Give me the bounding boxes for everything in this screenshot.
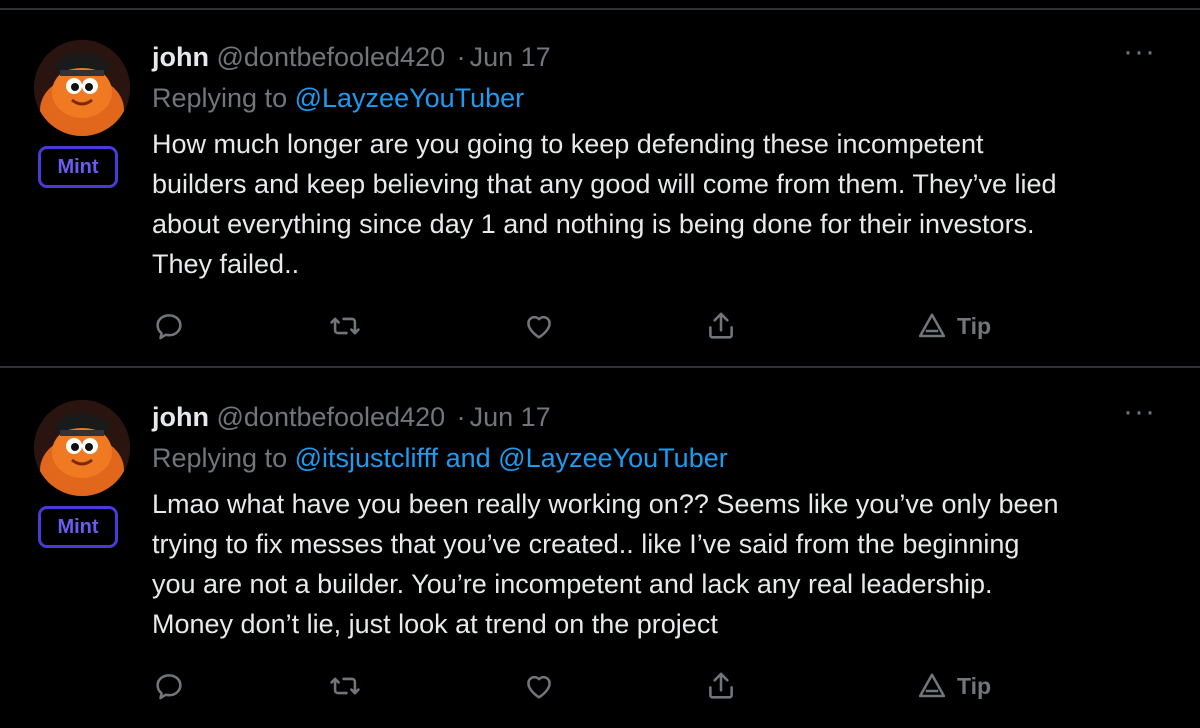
tweet-text: How much longer are you going to keep de… [152,124,1162,284]
tip-button[interactable]: Tip [917,306,991,346]
tip-label: Tip [957,312,992,339]
share-button[interactable] [704,666,738,706]
header-separator: · [456,402,466,432]
more-icon[interactable]: ··· [1123,37,1156,67]
mint-badge[interactable]: Mint [38,146,118,188]
tweet-text-line: Money don’t lie, just look at trend on t… [152,609,718,639]
mention-link[interactable]: @LayzeeYouTuber [295,83,525,113]
tweet-text-line: trying to fix messes that you’ve created… [152,529,1020,559]
tweet-text-line: They failed.. [152,249,300,279]
mention-link[interactable]: @itsjustclifff [295,443,438,473]
tweet-actions: Tip [152,666,1052,706]
reply-icon [156,314,182,340]
share-button[interactable] [704,306,738,346]
retweet-button[interactable] [327,306,363,346]
tweet-text-line: How much longer are you going to keep de… [152,129,984,159]
tweet-header: john @dontbefooled420 · Jun 17 [152,40,551,74]
tip-button[interactable]: Tip [917,666,991,706]
tip-label: Tip [957,672,992,699]
tweet[interactable]: Mint john @dontbefooled420 · Jun 17 ··· R… [0,370,1200,728]
reply-icon [156,674,182,700]
replying-label: Replying to [152,83,288,113]
author-name[interactable]: john [152,402,209,432]
retweet-icon [330,677,360,695]
mention-link[interactable]: @LayzeeYouTuber [498,443,728,473]
tweet-text-line: about everything since day 1 and nothing… [152,209,1035,239]
avatar[interactable] [34,400,130,496]
tweet-text-line: builders and keep believing that any goo… [152,169,1057,199]
share-icon [709,672,733,699]
mint-badge[interactable]: Mint [38,506,118,548]
tweet-text-line: you are not a builder. You’re incompeten… [152,569,993,599]
author-name[interactable]: john [152,42,209,72]
mention-joiner: and [445,443,491,473]
tweet-text-line: Lmao what have you been really working o… [152,489,1059,519]
tweet-text: Lmao what have you been really working o… [152,484,1162,644]
like-icon [527,315,551,339]
reply-button[interactable] [152,666,186,706]
avatar[interactable] [34,40,130,136]
share-icon [709,312,733,339]
retweet-icon [330,317,360,335]
like-button[interactable] [522,666,556,706]
tweet-header: john @dontbefooled420 · Jun 17 [152,400,551,434]
reply-button[interactable] [152,306,186,346]
retweet-button[interactable] [327,666,363,706]
author-handle[interactable]: @dontbefooled420 [217,402,446,432]
tip-icon [918,673,946,698]
more-icon[interactable]: ··· [1123,397,1156,427]
replying-to: Replying to @LayzeeYouTuber [152,81,524,115]
header-separator: · [456,42,466,72]
tweet-actions: Tip [152,306,1052,346]
replying-label: Replying to [152,443,288,473]
tip-icon [918,313,946,338]
like-button[interactable] [522,306,556,346]
tweet-date[interactable]: Jun 17 [470,42,551,72]
tweet-date[interactable]: Jun 17 [470,402,551,432]
author-handle[interactable]: @dontbefooled420 [217,42,446,72]
like-icon [527,675,551,699]
replying-to: Replying to @itsjustclifff and @LayzeeYo… [152,441,728,475]
tweet[interactable]: Mint john @dontbefooled420 · Jun 17 ··· R… [0,10,1200,368]
